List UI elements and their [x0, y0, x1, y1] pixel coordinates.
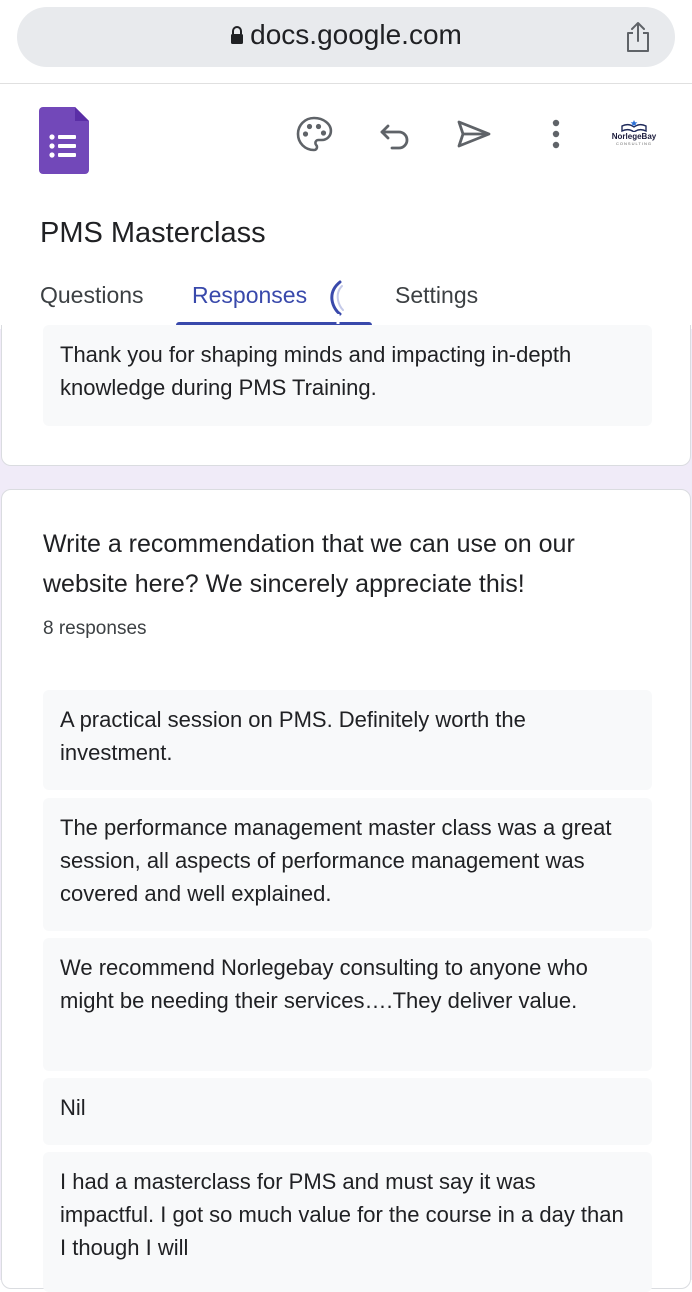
previous-question-card: Thank you for shaping minds and impactin…	[1, 325, 691, 466]
share-icon[interactable]	[623, 21, 653, 53]
address-bar[interactable]: docs.google.com	[17, 7, 675, 67]
touch-cursor-icon	[330, 280, 344, 324]
google-forms-icon[interactable]	[39, 107, 89, 174]
question-card: Write a recommendation that we can use o…	[1, 489, 691, 1292]
response-count: 8 responses	[43, 618, 147, 639]
responses-content[interactable]: Thank you for shaping minds and impactin…	[0, 325, 692, 1292]
response-item: Thank you for shaping minds and impactin…	[43, 325, 652, 426]
brand-sub: CONSULTING	[616, 141, 652, 146]
tab-settings[interactable]: Settings	[395, 282, 478, 309]
form-title: PMS Masterclass	[40, 217, 266, 249]
url-text: docs.google.com	[250, 19, 462, 50]
tab-responses[interactable]: Responses	[192, 282, 307, 309]
response-text: A practical session on PMS. Definitely w…	[60, 707, 526, 765]
question-title: Write a recommendation that we can use o…	[43, 530, 575, 598]
browser-bar: docs.google.com	[0, 0, 692, 84]
brand-book-icon	[621, 120, 647, 132]
url-display: docs.google.com	[17, 19, 675, 51]
account-avatar[interactable]: NorlegeBay CONSULTING	[608, 118, 660, 152]
palette-icon[interactable]	[294, 114, 334, 154]
response-item: I had a masterclass for PMS and must say…	[43, 1152, 652, 1292]
lock-icon	[231, 26, 244, 44]
response-item: The performance management master class …	[43, 798, 652, 931]
response-item: Nil	[43, 1078, 652, 1145]
response-item: We recommend Norlegebay consulting to an…	[43, 938, 652, 1071]
response-item: A practical session on PMS. Definitely w…	[43, 690, 652, 790]
send-icon[interactable]	[454, 114, 494, 154]
tab-questions[interactable]: Questions	[40, 282, 144, 309]
more-vert-icon[interactable]	[536, 114, 576, 154]
response-text: Thank you for shaping minds and impactin…	[60, 342, 572, 400]
response-text: I had a masterclass for PMS and must say…	[60, 1169, 624, 1260]
response-text: The performance management master class …	[60, 815, 612, 906]
response-text: We recommend Norlegebay consulting to an…	[60, 955, 588, 1013]
brand-name: NorlegeBay	[611, 132, 657, 141]
undo-icon[interactable]	[376, 114, 416, 154]
response-text: Nil	[60, 1095, 86, 1120]
